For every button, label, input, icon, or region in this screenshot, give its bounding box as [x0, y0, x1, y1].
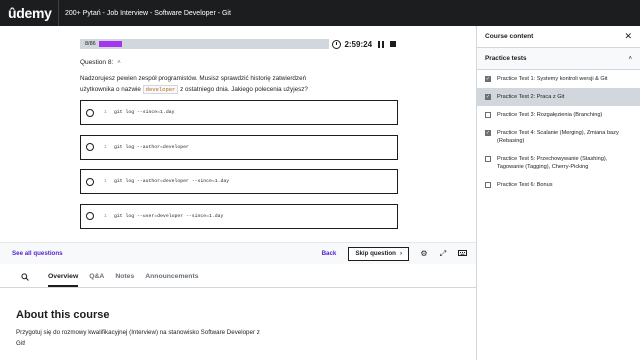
completed-checkbox[interactable] — [485, 112, 491, 118]
quiz-action-bar: See all questions Back Skip question › ⚙… — [0, 242, 476, 264]
answer-code: git log --since=1.day — [114, 110, 175, 115]
gear-icon[interactable]: ⚙ — [419, 249, 429, 258]
skip-question-button[interactable]: Skip question › — [348, 246, 409, 261]
top-navigation-bar: ûdemy 200+ Pytań - Job Interview - Softw… — [0, 0, 640, 26]
completed-checkbox[interactable]: ✓ — [485, 94, 491, 100]
sidebar-item-practice-test-2[interactable]: ✓ Practice Test 2: Praca z Git — [477, 88, 640, 106]
stop-icon[interactable] — [390, 41, 396, 47]
sidebar-item-practice-test-3[interactable]: Practice Test 3: Rozgałęzienia (Branchin… — [477, 106, 640, 124]
question-text: Nadzorujesz pewien zespół programistów. … — [80, 73, 340, 95]
section-practice-tests[interactable]: Practice tests ˄ — [477, 48, 640, 70]
clock-icon — [332, 39, 342, 49]
back-button[interactable]: Back — [322, 250, 337, 257]
sidebar-item-label: Practice Test 4: Scalanie (Merging), Zmi… — [497, 130, 619, 144]
completed-checkbox[interactable] — [485, 156, 491, 162]
keyboard-icon[interactable] — [457, 249, 467, 258]
answer-code: git log --user=developer --since=1.day — [114, 213, 224, 219]
code-line-number: 1 — [104, 179, 107, 184]
question-inline-code: developer — [142, 85, 179, 94]
answer-option-1[interactable]: 1 git log --since=1.day — [80, 100, 398, 125]
question-text-part2: z ostatniego dnia. Jakiego polecenia uży… — [180, 86, 308, 93]
quiz-progress-row: 8/86 2:59:24 — [80, 38, 396, 50]
question-number: Question 8: — [80, 59, 114, 66]
section-title: Practice tests — [485, 55, 527, 62]
sidebar-item-label: Practice Test 6: Bonus — [497, 182, 553, 188]
expand-icon[interactable]: ⤢ — [438, 249, 448, 259]
sidebar-item-practice-test-5[interactable]: Practice Test 5: Przechowywanie (Stashin… — [477, 150, 640, 176]
tab-notes[interactable]: Notes — [115, 273, 134, 287]
completed-checkbox[interactable]: ✓ — [485, 76, 491, 82]
answer-option-2[interactable]: 1 git log --author=developer — [80, 134, 398, 160]
chevron-up-icon: ˄ — [628, 55, 632, 62]
code-line-number: 1 — [104, 213, 107, 219]
radio-button[interactable] — [86, 143, 94, 151]
sidebar-item-practice-test-6[interactable]: Practice Test 6: Bonus — [477, 176, 640, 194]
radio-button[interactable] — [86, 212, 94, 220]
sidebar-item-label: Practice Test 3: Rozgałęzienia (Branchin… — [497, 112, 603, 118]
about-title: About this course — [16, 309, 110, 321]
code-line-number: 1 — [104, 144, 107, 150]
chevron-right-icon: › — [399, 250, 402, 257]
radio-button[interactable] — [86, 177, 94, 186]
answer-list: 1 git log --since=1.day 1 git log --auth… — [80, 100, 398, 238]
progress-bar: 8/86 — [80, 39, 330, 49]
tab-qa[interactable]: Q&A — [89, 273, 104, 287]
radio-button[interactable] — [86, 108, 94, 117]
code-line-number: 1 — [104, 110, 107, 115]
sidebar-header: Course content ✕ — [477, 26, 640, 48]
answer-option-3[interactable]: 1 git log --author=developer --since=1.d… — [80, 169, 398, 194]
topbar-divider — [58, 0, 59, 26]
sidebar-title: Course content — [485, 33, 534, 40]
quiz-panel: 8/86 2:59:24 Question 8: ˄ Nadzorujesz p… — [0, 26, 476, 242]
sidebar-item-practice-test-1[interactable]: ✓ Practice Test 1: Systemy kontroli wers… — [477, 70, 640, 88]
question-label-row: Question 8: ˄ — [80, 59, 121, 66]
close-icon[interactable]: ✕ — [624, 31, 632, 42]
course-tabs: Overview Q&A Notes Announcements — [0, 266, 476, 288]
about-description: Przygotuj się do rozmowy kwalifikacyjnej… — [16, 329, 260, 347]
udemy-logo[interactable]: ûdemy — [8, 5, 58, 21]
sidebar-item-label: Practice Test 5: Przechowywanie (Stashin… — [497, 156, 608, 170]
completed-checkbox[interactable]: ✓ — [485, 130, 491, 136]
progress-count: 8/86 — [85, 41, 96, 47]
sidebar-item-label: Practice Test 2: Praca z Git — [497, 94, 565, 100]
course-content-sidebar: Course content ✕ Practice tests ˄ ✓ Prac… — [476, 26, 640, 360]
timer-display: 2:59:24 — [344, 39, 373, 49]
tab-announcements[interactable]: Announcements — [145, 273, 198, 287]
sidebar-item-label: Practice Test 1: Systemy kontroli wersji… — [497, 76, 608, 82]
tab-overview[interactable]: Overview — [48, 273, 79, 287]
answer-code: git log --author=developer --since=1.day — [114, 179, 230, 184]
answer-code: git log --author=developer — [114, 144, 189, 150]
progress-fill — [99, 41, 122, 47]
course-title[interactable]: 200+ Pytań - Job Interview - Software De… — [65, 10, 231, 17]
chevron-up-icon[interactable]: ˄ — [117, 60, 121, 66]
skip-question-label: Skip question — [355, 250, 396, 257]
see-all-questions-link[interactable]: See all questions — [12, 250, 63, 257]
search-icon[interactable] — [16, 266, 34, 287]
completed-checkbox[interactable] — [485, 182, 491, 188]
sidebar-item-practice-test-4[interactable]: ✓ Practice Test 4: Scalanie (Merging), Z… — [477, 124, 640, 150]
pause-icon[interactable] — [378, 40, 385, 48]
answer-option-4[interactable]: 1 git log --user=developer --since=1.day — [80, 203, 398, 229]
